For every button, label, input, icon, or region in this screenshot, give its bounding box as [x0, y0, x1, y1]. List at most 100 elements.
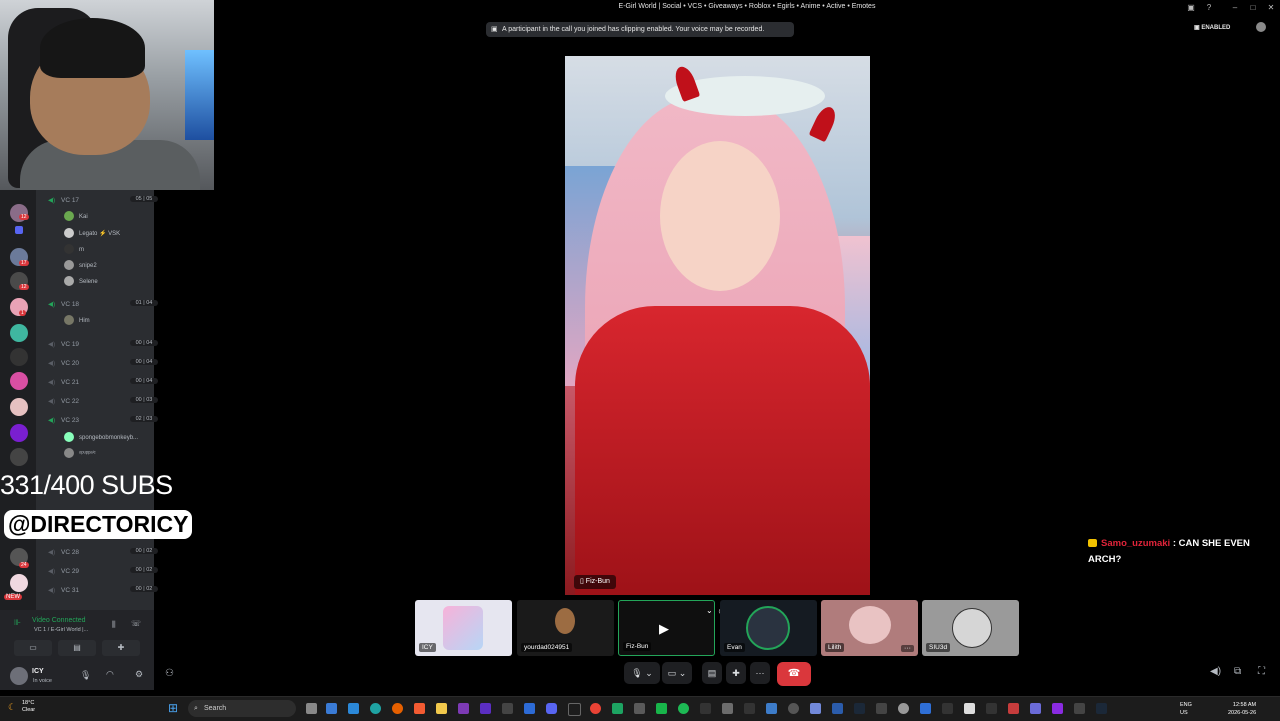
taskbar-search[interactable]: ⌕ Search	[188, 700, 296, 717]
inbox-icon[interactable]: ▣	[1186, 3, 1196, 12]
voice-member[interactable]: Him	[64, 315, 90, 327]
voice-member[interactable]: m	[64, 244, 84, 256]
voice-channel-vc29[interactable]: ◀) VC 29 00 | 02	[48, 567, 158, 579]
server-icon[interactable]	[10, 574, 28, 592]
add-people-icon[interactable]: ⚇	[165, 668, 174, 679]
voice-channel-vc31[interactable]: ◀) VC 31 00 | 02	[48, 586, 158, 598]
app-icon[interactable]	[898, 703, 909, 714]
voice-channel-vc20[interactable]: ◀) VC 20 00 | 04	[48, 359, 158, 371]
app-icon[interactable]	[700, 703, 711, 714]
close-button[interactable]: ✕	[1266, 3, 1276, 12]
app-icon[interactable]	[986, 703, 997, 714]
app-icon[interactable]	[348, 703, 359, 714]
microphone-toggle[interactable]: 🎙 ⌄	[624, 662, 660, 684]
folder-icon[interactable]	[436, 703, 447, 714]
app-icon[interactable]	[634, 703, 645, 714]
voice-channel-vc23[interactable]: ◀) VC 23 02 | 03	[48, 416, 158, 428]
voice-member[interactable]: Legato ⚡ VSK	[64, 228, 120, 240]
disconnect-button[interactable]: ☎	[777, 662, 811, 686]
help-icon[interactable]: ?	[1204, 3, 1214, 12]
app-icon[interactable]	[326, 703, 337, 714]
noise-icon[interactable]: ⫼	[112, 620, 116, 630]
app-icon[interactable]	[656, 703, 667, 714]
voice-member[interactable]: Selene	[64, 276, 98, 288]
fullscreen-icon[interactable]: ⛶	[1258, 666, 1265, 677]
more-button[interactable]: ···	[750, 662, 770, 684]
avatar[interactable]	[10, 667, 28, 685]
app-icon[interactable]	[480, 703, 491, 714]
headphones-icon[interactable]: ◠	[106, 669, 114, 680]
chrome-icon[interactable]	[590, 703, 601, 714]
app-icon[interactable]	[942, 703, 953, 714]
microphone-icon[interactable]: 🎙	[80, 670, 91, 681]
maximize-button[interactable]: □	[1248, 3, 1258, 12]
app-icon[interactable]	[810, 703, 821, 714]
app-icon[interactable]	[1096, 703, 1107, 714]
participant-tile[interactable]: Evan	[720, 600, 817, 656]
app-icon[interactable]	[1052, 703, 1063, 714]
app-icon[interactable]	[612, 703, 623, 714]
folder-icon[interactable]	[15, 226, 23, 234]
voice-channel-vc21[interactable]: ◀) VC 21 00 | 04	[48, 378, 158, 390]
app-icon[interactable]	[458, 703, 469, 714]
server-icon[interactable]	[10, 348, 28, 366]
minimize-button[interactable]: –	[1230, 3, 1240, 12]
participant-tile[interactable]: ICY	[415, 600, 512, 656]
app-icon[interactable]	[920, 703, 931, 714]
main-video-feed[interactable]	[565, 56, 870, 595]
app-icon[interactable]	[832, 703, 843, 714]
server-icon[interactable]	[10, 448, 28, 466]
app-icon[interactable]	[568, 703, 581, 716]
voice-channel-vc28[interactable]: ◀) VC 28 00 | 02	[48, 548, 158, 560]
chevron-down-icon[interactable]: ⌄	[706, 606, 713, 615]
volume-icon[interactable]: ◀)	[1210, 666, 1221, 677]
app-icon[interactable]	[964, 703, 975, 714]
camera-button[interactable]: ▭	[14, 640, 52, 656]
participant-tile-active[interactable]: ▶ Fiz-Bun	[618, 600, 715, 656]
camera-toggle[interactable]: ▭ ⌄	[662, 662, 692, 684]
app-icon[interactable]	[502, 703, 513, 714]
activities-button[interactable]: ✚	[102, 640, 140, 656]
weather-widget[interactable]: 18°C Clear	[22, 700, 35, 714]
more-options-icon[interactable]: ···	[901, 645, 914, 652]
app-icon[interactable]	[1074, 703, 1085, 714]
brave-icon[interactable]	[414, 703, 425, 714]
steam-icon[interactable]	[854, 703, 865, 714]
screenshare-button[interactable]: ▤	[58, 640, 96, 656]
app-icon[interactable]	[788, 703, 799, 714]
popout-icon[interactable]: ⧉	[1234, 666, 1241, 677]
app-icon[interactable]	[1030, 703, 1041, 714]
participant-tile[interactable]: Lilith ···	[821, 600, 918, 656]
voice-channel-vc18[interactable]: ◀) VC 18 01 | 04	[48, 300, 158, 312]
task-view-icon[interactable]	[306, 703, 317, 714]
voice-channel-vc22[interactable]: ◀) VC 22 00 | 03	[48, 397, 158, 409]
server-icon[interactable]	[10, 424, 28, 442]
edge-icon[interactable]	[370, 703, 381, 714]
voice-member[interactable]: Kai	[64, 211, 88, 223]
windows-start-icon[interactable]: ⊞	[168, 701, 178, 715]
screenshare-button[interactable]: ▤	[702, 662, 722, 684]
app-icon[interactable]	[524, 703, 535, 714]
participant-tile[interactable]: SIU3d	[922, 600, 1019, 656]
app-icon[interactable]	[722, 703, 733, 714]
language-indicator[interactable]: ENG US	[1180, 701, 1192, 717]
voice-member[interactable]: ᵒᵖᵘᵖᵖᵃⁱᶜ	[64, 448, 96, 460]
firefox-icon[interactable]	[392, 703, 403, 714]
activities-button[interactable]: ✚	[726, 662, 746, 684]
voice-location[interactable]: VC 1 / E-Girl World |...	[34, 627, 88, 633]
participant-tile[interactable]: yourdad024951	[517, 600, 614, 656]
app-icon[interactable]	[766, 703, 777, 714]
app-icon[interactable]	[1008, 703, 1019, 714]
spotify-icon[interactable]	[678, 703, 689, 714]
server-icon[interactable]	[10, 398, 28, 416]
clips-icon[interactable]	[1256, 22, 1266, 32]
app-icon[interactable]	[876, 703, 887, 714]
server-icon[interactable]	[10, 372, 28, 390]
voice-member[interactable]: spongebobmonkeyb...	[64, 432, 138, 444]
system-clock[interactable]: 12:58 AM 2026-05-26	[1228, 701, 1256, 717]
voice-member[interactable]: snipe2	[64, 260, 97, 272]
server-icon[interactable]	[10, 324, 28, 342]
voice-channel-vc19[interactable]: ◀) VC 19 00 | 04	[48, 340, 158, 352]
discord-icon[interactable]	[546, 703, 557, 714]
settings-icon[interactable]: ⚙	[135, 669, 143, 680]
